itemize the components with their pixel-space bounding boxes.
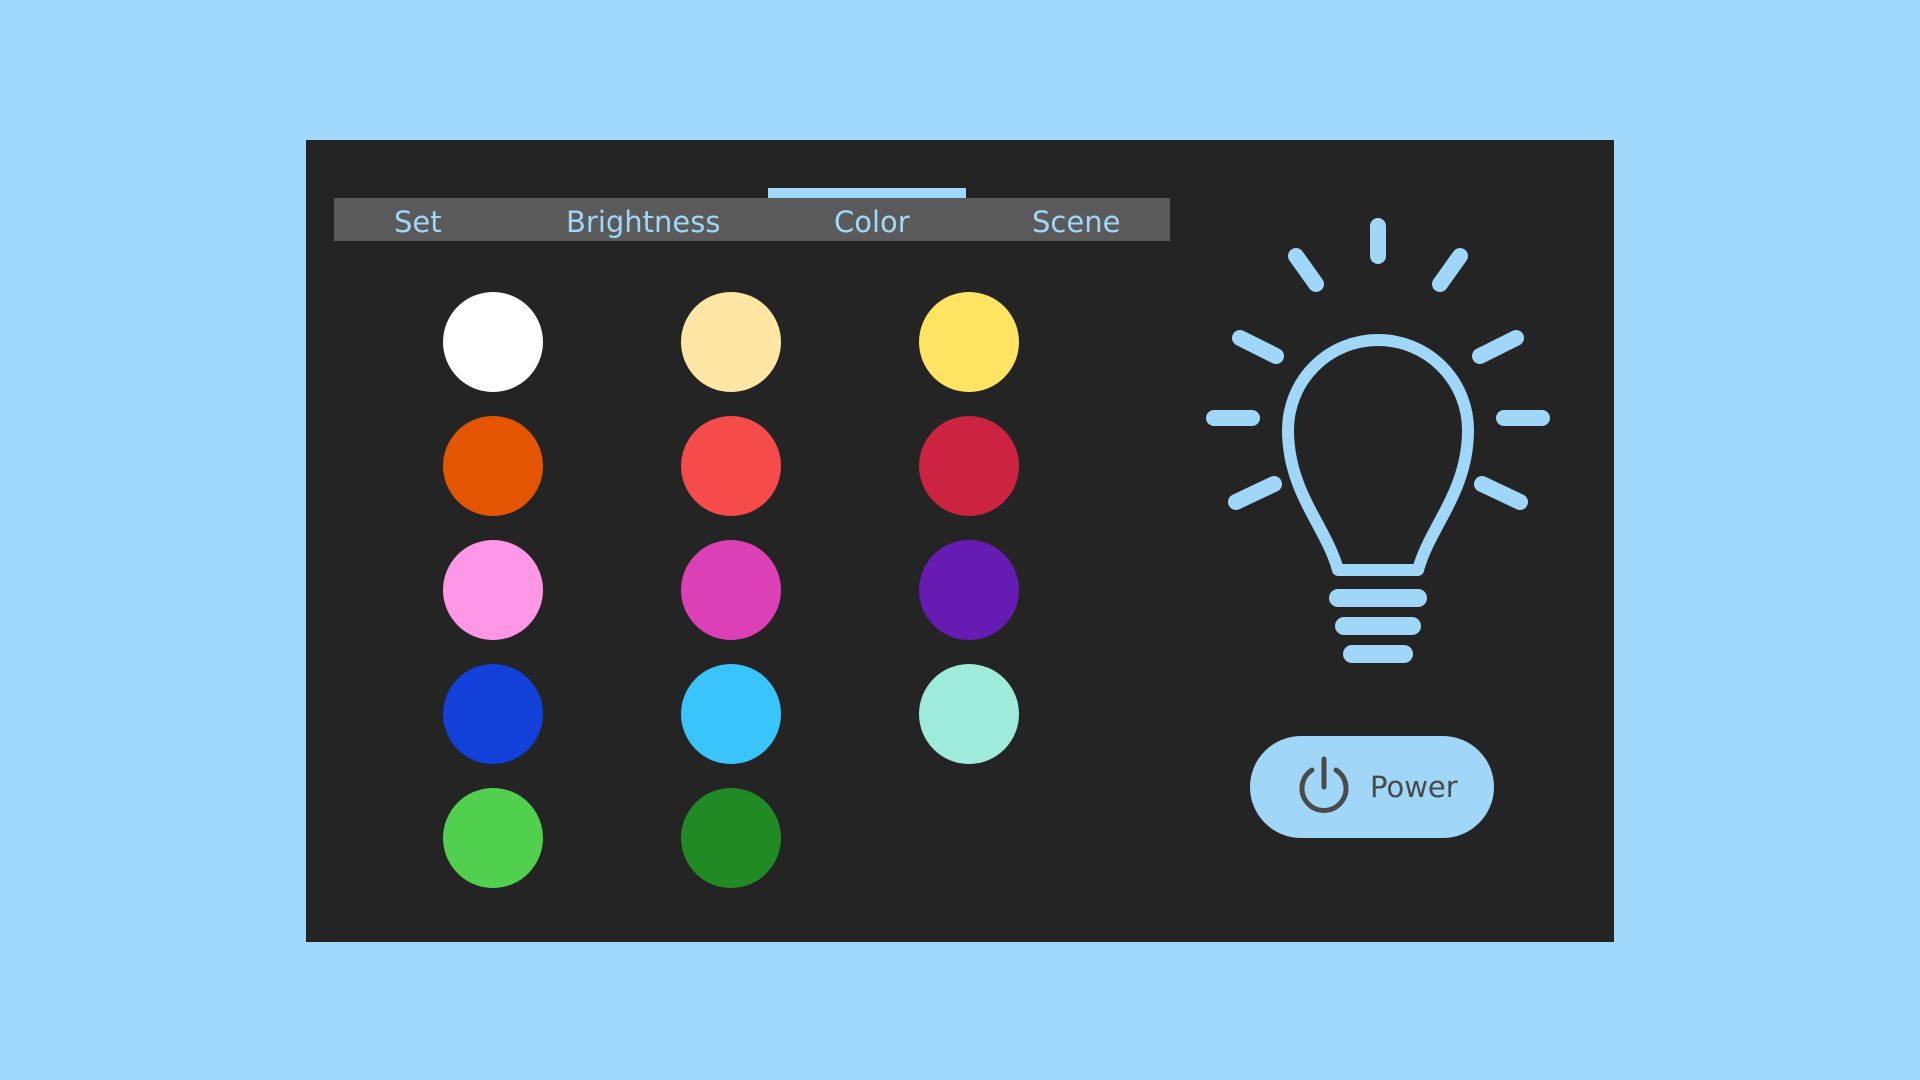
color-swatch-coral-red[interactable] — [681, 416, 781, 516]
lightbulb-icon — [1206, 218, 1550, 663]
tab-set[interactable]: Set — [394, 198, 442, 241]
color-swatch-yellow[interactable] — [919, 292, 1019, 392]
color-swatch-white[interactable] — [443, 292, 543, 392]
tab-scene[interactable]: Scene — [1032, 198, 1120, 241]
tab-brightness[interactable]: Brightness — [566, 198, 720, 241]
color-swatch-warm-white[interactable] — [681, 292, 781, 392]
power-label: Power — [1370, 770, 1458, 804]
light-control-panel: Set Brightness Color Scene Power — [306, 140, 1614, 942]
color-swatch-royal-blue[interactable] — [443, 664, 543, 764]
tab-color[interactable]: Color — [834, 198, 910, 241]
color-swatch-orange[interactable] — [443, 416, 543, 516]
color-swatch-pink[interactable] — [443, 540, 543, 640]
color-swatch-mint[interactable] — [919, 664, 1019, 764]
color-swatch-sky-blue[interactable] — [681, 664, 781, 764]
color-swatch-purple[interactable] — [919, 540, 1019, 640]
tab-bar: Set Brightness Color Scene — [334, 198, 1170, 241]
power-icon — [1299, 756, 1349, 813]
color-swatch-dark-green[interactable] — [681, 788, 781, 888]
power-button[interactable]: Power — [1250, 736, 1494, 838]
active-tab-indicator — [768, 188, 966, 198]
color-swatch-crimson[interactable] — [919, 416, 1019, 516]
color-swatch-green[interactable] — [443, 788, 543, 888]
color-swatch-magenta[interactable] — [681, 540, 781, 640]
